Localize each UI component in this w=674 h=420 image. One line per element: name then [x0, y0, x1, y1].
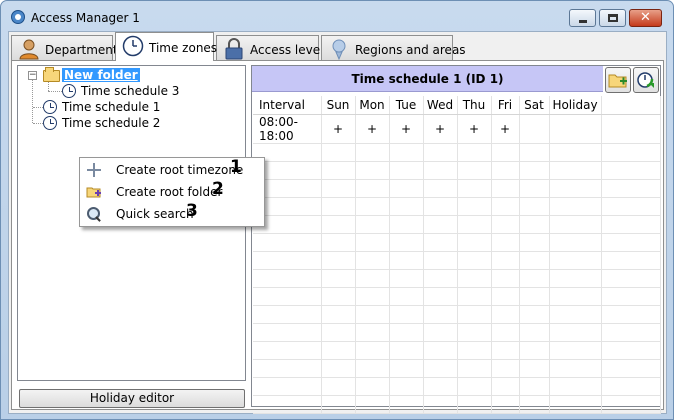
- column-header[interactable]: Sat: [519, 96, 550, 115]
- empty-row: [253, 161, 661, 180]
- tree-line: [33, 107, 43, 108]
- app-window: Access Manager 1 ✕ Departments Time zone…: [0, 0, 674, 420]
- tab-departments[interactable]: Departments: [11, 35, 124, 60]
- empty-row: [253, 287, 661, 306]
- table-row[interactable]: 08:00-18:00 + + + + + +: [253, 114, 661, 144]
- collapse-toggle[interactable]: −: [28, 71, 37, 80]
- tree-folder-new-folder[interactable]: New folder: [62, 67, 140, 83]
- holiday-editor-button[interactable]: Holiday editor: [19, 389, 245, 408]
- menu-item-label: Quick search: [116, 207, 194, 221]
- empty-row: [253, 197, 661, 216]
- minimize-icon: [579, 20, 587, 23]
- tree-item-schedule-1[interactable]: Time schedule 1: [62, 99, 160, 115]
- menu-item-label: Create root timezone: [116, 163, 244, 177]
- tab-access-levels[interactable]: Access levels: [216, 35, 330, 60]
- lock-icon: [225, 38, 243, 60]
- empty-row: [253, 269, 661, 288]
- column-header[interactable]: Sun: [321, 96, 356, 115]
- interval-cell[interactable]: 08:00-18:00: [253, 114, 322, 144]
- close-button[interactable]: ✕: [629, 9, 662, 27]
- tab-label: Departments: [45, 43, 124, 57]
- schedule-panel: Time schedule 1 (ID 1) Interval Sun Mon …: [251, 65, 661, 414]
- empty-cell: [601, 114, 661, 144]
- day-cell[interactable]: +: [389, 114, 424, 144]
- context-menu: Create root timezone 1 Create root folde…: [79, 157, 265, 227]
- menu-item-quick-search[interactable]: Quick search 3: [82, 201, 264, 225]
- add-schedule-button[interactable]: [633, 67, 659, 93]
- time-zones-panel: − New folder Time schedule 3 Time schedu…: [11, 60, 664, 414]
- tree-line: [32, 80, 33, 123]
- tree-line: [48, 91, 62, 92]
- callout-number: 3: [186, 201, 198, 221]
- column-header[interactable]: Thu: [457, 96, 492, 115]
- tree-item-schedule-2[interactable]: Time schedule 2: [62, 115, 160, 131]
- empty-row: [253, 377, 661, 396]
- column-header[interactable]: Wed: [423, 96, 458, 115]
- tab-label: Time zones: [149, 41, 218, 55]
- title-bar[interactable]: Access Manager 1 ✕: [1, 1, 673, 31]
- empty-row: [253, 251, 661, 270]
- tab-regions-and-areas[interactable]: Regions and areas: [321, 35, 466, 60]
- folder-add-icon: [608, 74, 627, 88]
- window-title: Access Manager 1: [31, 11, 140, 25]
- day-cell[interactable]: +: [423, 114, 458, 144]
- column-header[interactable]: Holiday: [549, 96, 602, 115]
- tree-folder-label: New folder: [62, 68, 140, 82]
- menu-item-create-root-timezone[interactable]: Create root timezone 1: [82, 157, 264, 181]
- minimize-button[interactable]: [569, 9, 596, 27]
- tab-label: Access levels: [250, 43, 330, 57]
- empty-row: [253, 323, 661, 342]
- plus-icon: [86, 162, 102, 178]
- day-cell[interactable]: [519, 114, 550, 144]
- pin-icon: [332, 39, 346, 60]
- day-cell[interactable]: +: [355, 114, 390, 144]
- clock-add-icon: [637, 72, 654, 88]
- add-folder-button[interactable]: [605, 67, 631, 93]
- maximize-button[interactable]: [599, 9, 626, 27]
- maximize-icon: [608, 14, 618, 22]
- tree-line: [33, 123, 43, 124]
- callout-number: 1: [230, 157, 242, 177]
- close-icon: ✕: [640, 10, 651, 25]
- empty-row: [253, 341, 661, 360]
- empty-row: [253, 359, 661, 378]
- column-header[interactable]: Fri: [491, 96, 520, 115]
- menu-item-label: Create root folder: [116, 185, 223, 199]
- column-header[interactable]: Interval: [253, 96, 322, 115]
- app-icon: [11, 10, 25, 24]
- column-header-empty: [601, 96, 661, 115]
- client-area: Departments Time zones Access levels Reg…: [8, 31, 667, 414]
- empty-row: [253, 143, 661, 162]
- empty-row: [253, 233, 661, 252]
- day-cell[interactable]: [549, 114, 602, 144]
- empty-row: [253, 305, 661, 324]
- callout-number: 2: [212, 179, 224, 199]
- menu-item-create-root-folder[interactable]: Create root folder 2: [82, 179, 264, 203]
- tree-item-schedule-3[interactable]: Time schedule 3: [81, 83, 179, 99]
- tab-label: Regions and areas: [355, 43, 466, 57]
- person-icon: [19, 39, 39, 60]
- day-cell[interactable]: +: [321, 114, 356, 144]
- grid-header-row: Interval Sun Mon Tue Wed Thu Fri Sat Hol…: [253, 96, 661, 115]
- magnifier-icon: [86, 206, 102, 222]
- tab-time-zones[interactable]: Time zones: [115, 32, 218, 61]
- column-header[interactable]: Tue: [389, 96, 424, 115]
- folder-add-icon: [86, 187, 101, 198]
- day-cell[interactable]: +: [457, 114, 492, 144]
- schedule-title: Time schedule 1 (ID 1): [252, 66, 603, 92]
- clock-icon: [62, 84, 76, 98]
- empty-row: [253, 179, 661, 198]
- folder-open-icon: [43, 67, 60, 82]
- day-cell[interactable]: +: [491, 114, 520, 144]
- clock-icon: [43, 116, 57, 130]
- clock-icon: [43, 100, 57, 114]
- column-header[interactable]: Mon: [355, 96, 390, 115]
- empty-row: [253, 395, 661, 414]
- empty-row: [253, 215, 661, 234]
- clock-icon: [122, 35, 144, 57]
- schedule-grid[interactable]: Interval Sun Mon Tue Wed Thu Fri Sat Hol…: [253, 96, 661, 414]
